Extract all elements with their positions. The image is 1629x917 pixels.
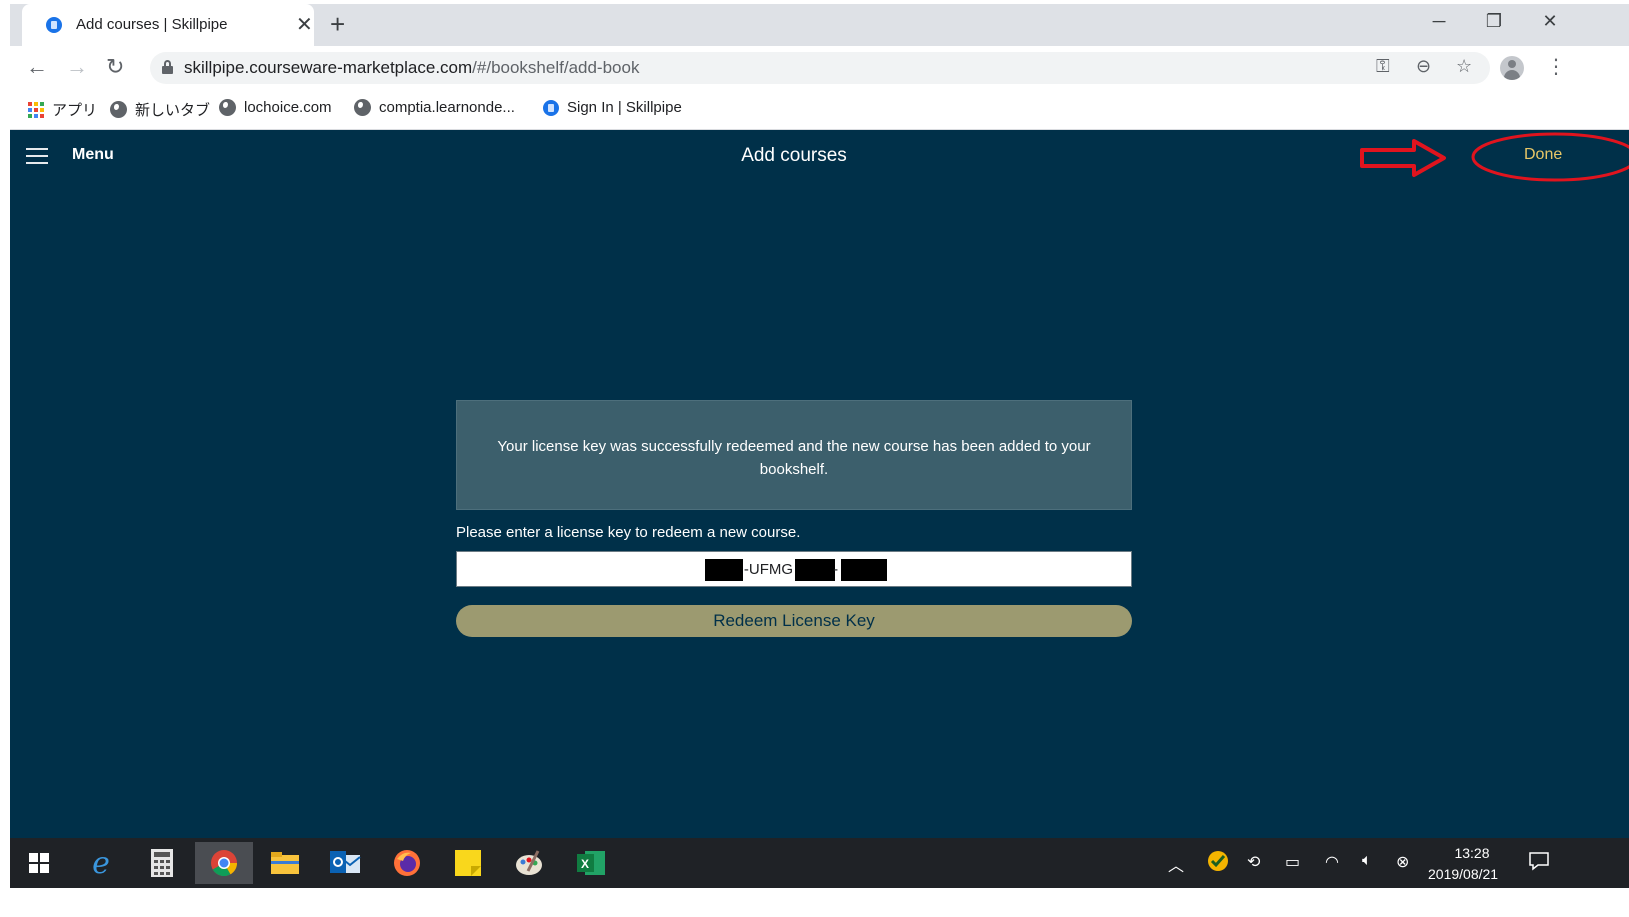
globe-icon: [110, 101, 127, 118]
clock-time[interactable]: 13:28: [1442, 845, 1502, 861]
calculator-icon[interactable]: [133, 842, 191, 884]
svg-text:X: X: [581, 857, 589, 871]
bookmark-new-tab[interactable]: 新しいタブ: [110, 99, 210, 120]
excel-icon[interactable]: X: [562, 842, 620, 884]
license-key-label: Please enter a license key to redeem a n…: [456, 524, 801, 541]
bookmark-star-icon[interactable]: ☆: [1456, 56, 1472, 77]
url-path: /#/bookshelf/add-book: [472, 58, 640, 77]
windows-logo-icon: [29, 853, 49, 873]
zoom-out-icon[interactable]: ⊖: [1416, 56, 1431, 77]
license-key-dash: -: [833, 561, 839, 578]
battery-icon[interactable]: ▭: [1285, 852, 1300, 872]
sticky-notes-icon[interactable]: [439, 842, 497, 884]
bookmark-skillpipe-signin[interactable]: Sign In | Skillpipe: [543, 99, 682, 116]
url-host: skillpipe.courseware-marketplace.com: [184, 58, 473, 77]
address-bar[interactable]: skillpipe.courseware-marketplace.com/#/b…: [150, 52, 1490, 84]
start-button[interactable]: [10, 842, 68, 884]
tab-close-icon[interactable]: ✕: [296, 12, 313, 37]
browser-toolbar: ← → ↻ skillpipe.courseware-marketplace.c…: [10, 46, 1629, 90]
notification-center-icon[interactable]: [1528, 850, 1550, 877]
globe-icon: [354, 99, 371, 116]
wifi-icon[interactable]: ◠: [1325, 852, 1339, 872]
page-title: Add courses: [741, 145, 847, 166]
skillpipe-icon: [543, 99, 559, 116]
new-tab-button[interactable]: +: [330, 9, 345, 40]
window-close-icon[interactable]: ✕: [1535, 11, 1565, 32]
bookmark-apps[interactable]: アプリ: [28, 99, 97, 120]
screen-bottom-margin: [10, 888, 1629, 917]
url-text: skillpipe.courseware-marketplace.com/#/b…: [184, 58, 639, 78]
success-message: Your license key was successfully redeem…: [497, 438, 1091, 478]
tab-strip: Add courses | Skillpipe ✕ + ─ ❐ ✕: [10, 4, 1629, 46]
minimize-icon[interactable]: ─: [1424, 11, 1454, 32]
browser-tab[interactable]: Add courses | Skillpipe ✕: [22, 4, 314, 46]
sync-icon[interactable]: ⟲: [1247, 852, 1260, 872]
volume-icon[interactable]: 🔈︎: [1362, 852, 1372, 870]
windows-taskbar: e X ︿ ⟲ ▭ ◠ 🔈︎ ⊗ 13:28 2019/08/21: [10, 838, 1629, 888]
license-key-input[interactable]: -UFMG -: [456, 551, 1132, 587]
reload-icon[interactable]: ↻: [106, 54, 124, 80]
internet-explorer-icon[interactable]: e: [72, 842, 130, 884]
outlook-icon[interactable]: [317, 842, 375, 884]
browser-window: Add courses | Skillpipe ✕ + ─ ❐ ✕ ← → ↻ …: [10, 4, 1629, 917]
success-alert: Your license key was successfully redeem…: [456, 400, 1132, 510]
firefox-icon[interactable]: [378, 842, 436, 884]
lock-icon: [162, 60, 173, 74]
security-status-icon[interactable]: [1207, 850, 1229, 877]
app-page: Menu Add courses Done Your license key w…: [10, 130, 1629, 838]
restore-icon[interactable]: ❐: [1479, 11, 1509, 32]
profile-avatar-icon[interactable]: [1500, 56, 1524, 80]
bookmark-label: lochoice.com: [244, 99, 332, 116]
red-arrow-annotation: [1360, 139, 1446, 177]
bookmark-label: アプリ: [52, 102, 98, 119]
key-icon[interactable]: ⚿: [1376, 56, 1390, 77]
show-hidden-icons-icon[interactable]: ︿: [1168, 852, 1184, 876]
globe-icon: [219, 99, 236, 116]
done-button[interactable]: Done: [1524, 146, 1562, 164]
network-disconnected-icon[interactable]: ⊗: [1396, 852, 1409, 872]
file-explorer-icon[interactable]: [256, 842, 314, 884]
chrome-icon[interactable]: [195, 842, 253, 884]
redeem-button-label: Redeem License Key: [713, 611, 875, 630]
bookmark-comptia[interactable]: comptia.learnonde...: [354, 99, 515, 116]
more-options-icon[interactable]: ⋮: [1546, 54, 1566, 79]
license-key-visible-part: -UFMG: [743, 561, 794, 578]
tab-title: Add courses | Skillpipe: [76, 16, 228, 33]
bookmark-label: 新しいタブ: [135, 102, 211, 119]
clock-date[interactable]: 2019/08/21: [1428, 866, 1498, 882]
back-icon[interactable]: ←: [26, 54, 48, 80]
bookmark-label: comptia.learnonde...: [379, 99, 515, 116]
paint-icon[interactable]: [500, 842, 558, 884]
redeem-license-key-button[interactable]: Redeem License Key: [456, 605, 1132, 637]
skillpipe-favicon-icon: [46, 17, 62, 33]
bookmarks-bar: アプリ 新しいタブ lochoice.com comptia.learnonde…: [10, 90, 1629, 130]
license-key-value: -UFMG -: [457, 561, 1133, 578]
apps-grid-icon: [28, 101, 44, 118]
bookmark-lochoice[interactable]: lochoice.com: [219, 99, 332, 116]
bookmark-label: Sign In | Skillpipe: [567, 99, 682, 116]
forward-icon[interactable]: →: [66, 54, 88, 80]
